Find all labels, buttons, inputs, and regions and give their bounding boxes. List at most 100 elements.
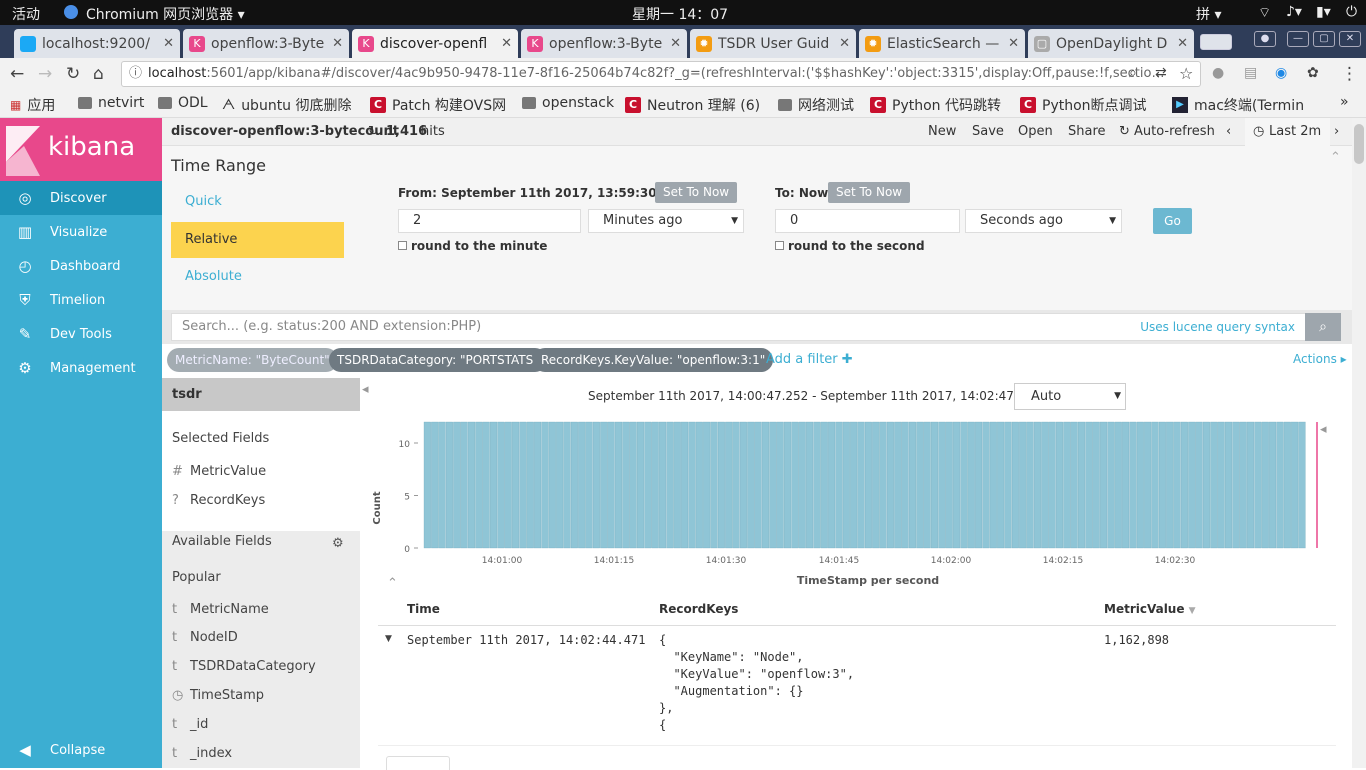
bookmark-folder[interactable]: openstack	[522, 95, 614, 111]
mode-quick[interactable]: Quick	[171, 184, 344, 220]
col-metricvalue[interactable]: MetricValue ▼	[1104, 602, 1196, 616]
extension-icon[interactable]: ▤	[1244, 65, 1257, 81]
url-field[interactable]: ⓘ localhost:5601/app/kibana#/discover/4a…	[121, 61, 1201, 87]
bookmark-link[interactable]: ᗅ ubuntu 彻底删除	[222, 95, 352, 115]
filter-pill[interactable]: TSDRDataCategory: "PORTSTATS"	[329, 348, 547, 372]
browser-tab[interactable]: ✹ ElasticSearch — ✕	[859, 29, 1025, 58]
bookmark-link[interactable]: C Python断点调试	[1020, 95, 1147, 115]
power-icon[interactable]: ⏻	[1346, 4, 1357, 20]
activities-button[interactable]: 活动	[12, 4, 40, 24]
tab-close-icon[interactable]: ✕	[163, 36, 174, 51]
profile-button[interactable]: ●	[1254, 31, 1276, 47]
reload-icon[interactable]: ↻	[66, 64, 80, 84]
to-set-now-button[interactable]: Set To Now	[828, 182, 911, 203]
browser-tab[interactable]: Kopenflow:3-Byte ✕	[183, 29, 349, 58]
filter-pill[interactable]: RecordKeys.KeyValue: "openflow:3:1"	[533, 348, 774, 372]
field-item[interactable]: ? RecordKeys	[172, 493, 265, 508]
save-button[interactable]: Save	[972, 124, 1004, 139]
field-item[interactable]: t _index	[172, 746, 232, 761]
query-input[interactable]: Search... (e.g. status:200 AND extension…	[171, 313, 1306, 341]
col-recordkeys[interactable]: RecordKeys	[659, 602, 738, 616]
extension-icon[interactable]: ✿	[1307, 65, 1319, 81]
round-second-checkbox[interactable]: round to the second	[775, 239, 925, 253]
index-pattern-header[interactable]: tsdr	[162, 378, 360, 411]
nav-discover[interactable]: ◎ Discover	[0, 181, 162, 215]
wifi-icon[interactable]: ⌔	[1258, 4, 1271, 22]
interval-select[interactable]: Auto ▼	[1014, 383, 1126, 410]
field-item[interactable]: ◷ TimeStamp	[172, 688, 264, 703]
to-amount-input[interactable]: 0	[775, 209, 960, 233]
nav-devtools[interactable]: ✎ Dev Tools	[0, 317, 162, 351]
field-item[interactable]: # MetricValue	[172, 464, 266, 479]
prev-time-icon[interactable]: ‹	[1226, 124, 1231, 139]
tab-close-icon[interactable]: ✕	[1177, 36, 1188, 51]
maximize-button[interactable]: ▢	[1313, 31, 1335, 47]
filter-pill-disabled[interactable]: MetricName: "ByteCount"	[167, 348, 338, 372]
search-submit-button[interactable]: ⌕	[1305, 313, 1341, 341]
nav-dashboard[interactable]: ◴ Dashboard	[0, 249, 162, 283]
minimize-button[interactable]: —	[1287, 31, 1309, 47]
input-method[interactable]: 拼 ▾	[1196, 4, 1221, 24]
field-item[interactable]: t TSDRDataCategory	[172, 659, 316, 674]
add-filter-link[interactable]: Add a filter ✚	[766, 352, 853, 367]
menu-icon[interactable]: ⋮	[1341, 64, 1358, 84]
browser-tab[interactable]: ✹ TSDR User Guid ✕	[690, 29, 856, 58]
browser-tab[interactable]: Kopenflow:3-Byte ✕	[521, 29, 687, 58]
battery-icon[interactable]: ▮▾	[1316, 4, 1331, 20]
scroll-thumb[interactable]	[1354, 124, 1364, 164]
page-scrollbar[interactable]	[1352, 118, 1366, 768]
field-item[interactable]: t _id	[172, 717, 208, 732]
from-unit-select[interactable]: Minutes ago ▼	[588, 209, 744, 233]
app-menu[interactable]: Chromium 网页浏览器 ▾	[86, 4, 245, 24]
nav-management[interactable]: ⚙ Management	[0, 351, 162, 385]
from-set-now-button[interactable]: Set To Now	[655, 182, 738, 203]
nav-timelion[interactable]: ⛨ Timelion	[0, 283, 162, 317]
actions-link[interactable]: Actions ▸	[1293, 352, 1347, 366]
time-picker-button[interactable]: ◷ Last 2m	[1245, 118, 1330, 146]
reset-icon[interactable]: ↻	[368, 124, 379, 139]
more-bookmarks-icon[interactable]: »	[1340, 94, 1349, 110]
browser-tab[interactable]: ▢ OpenDaylight D ✕	[1028, 29, 1194, 58]
tab-close-icon[interactable]: ✕	[839, 36, 850, 51]
extension-icon[interactable]: ●	[1212, 65, 1224, 81]
expand-row-icon[interactable]: ▼	[385, 634, 392, 644]
volume-icon[interactable]: ♪▾	[1286, 4, 1302, 20]
new-button[interactable]: New	[928, 124, 956, 139]
new-tab-button[interactable]	[1200, 34, 1232, 50]
collapse-sidebar-icon[interactable]: ◂	[362, 382, 369, 397]
bookmark-folder[interactable]: 网络测试	[778, 95, 854, 115]
share-button[interactable]: Share	[1068, 124, 1106, 139]
tab-close-icon[interactable]: ✕	[670, 36, 681, 51]
collapse-chart-icon[interactable]: ⌃	[387, 576, 398, 591]
bookmark-apps[interactable]: ▦ 应用	[10, 95, 55, 115]
tab-close-icon[interactable]: ✕	[501, 36, 512, 51]
browser-tab[interactable]: localhost:9200/ ✕	[14, 29, 180, 58]
collapse-panel-icon[interactable]: ⌃	[1330, 150, 1341, 165]
bookmark-link[interactable]: ▶ mac终端(Termin	[1172, 95, 1304, 115]
bookmark-folder[interactable]: ODL	[158, 95, 208, 111]
close-window-button[interactable]: ✕	[1339, 31, 1361, 47]
field-settings-gear-icon[interactable]: ⚙	[332, 536, 344, 551]
bookmark-link[interactable]: C Neutron 理解 (6)	[625, 95, 760, 115]
forward-icon[interactable]: →	[38, 64, 52, 84]
extension-icon[interactable]: ◉	[1275, 65, 1287, 81]
translate-icon[interactable]: ⇄	[1155, 65, 1167, 81]
mode-absolute[interactable]: Absolute	[171, 260, 344, 296]
bookmark-link[interactable]: C Python 代码跳转	[870, 95, 1001, 115]
zoom-icon[interactable]: ⌕	[1129, 65, 1137, 81]
bookmark-star-icon[interactable]: ☆	[1179, 64, 1193, 83]
bookmark-link[interactable]: C Patch 构建OVS网	[370, 95, 506, 115]
field-item[interactable]: t MetricName	[172, 602, 269, 617]
tab-close-icon[interactable]: ✕	[332, 36, 343, 51]
next-time-icon[interactable]: ›	[1334, 124, 1339, 139]
nav-visualize[interactable]: ▥ Visualize	[0, 215, 162, 249]
bookmark-folder[interactable]: netvirt	[78, 95, 144, 111]
tab-close-icon[interactable]: ✕	[1008, 36, 1019, 51]
browser-tab[interactable]: Kdiscover-openfl ✕	[352, 29, 518, 58]
mode-relative[interactable]: Relative	[171, 222, 344, 258]
round-minute-checkbox[interactable]: round to the minute	[398, 239, 547, 253]
collapse-button[interactable]: ◀ Collapse	[0, 733, 162, 767]
lucene-syntax-link[interactable]: Uses lucene query syntax	[1140, 320, 1295, 334]
home-icon[interactable]: ⌂	[93, 64, 104, 84]
auto-refresh-button[interactable]: Auto-refresh	[1134, 124, 1215, 139]
